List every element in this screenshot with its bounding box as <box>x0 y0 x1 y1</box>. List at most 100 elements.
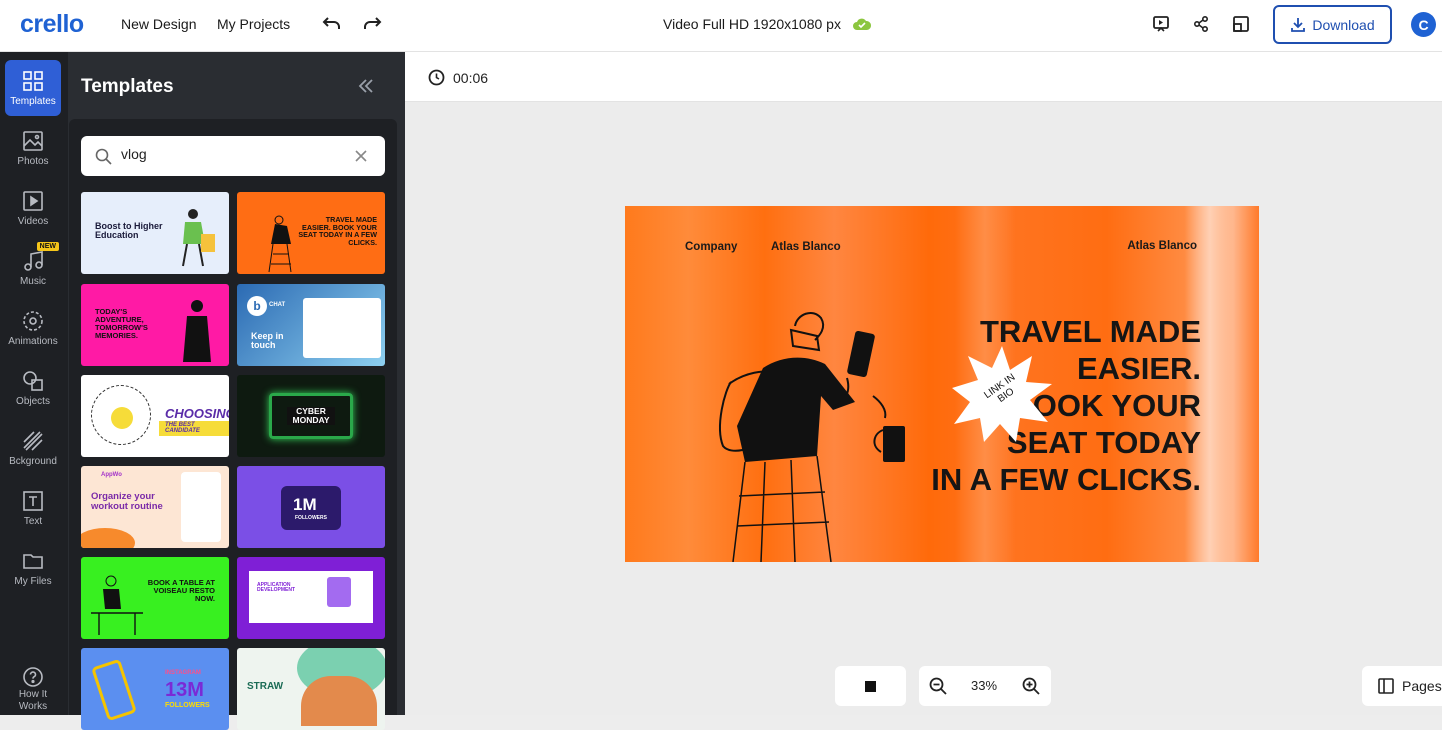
rail-label: Animations <box>8 335 58 347</box>
diner-illustration <box>91 575 143 635</box>
template-subtext: AppWo <box>101 472 122 478</box>
stop-button[interactable] <box>835 666 906 706</box>
rail-label: Objects <box>16 395 50 407</box>
rail-item-videos[interactable]: Videos <box>5 180 61 236</box>
collapse-panel-icon[interactable] <box>358 76 374 99</box>
templates-panel: Templates Boost to Higher Education TRAV… <box>68 52 405 730</box>
pages-button[interactable]: Pages <box>1362 666 1442 706</box>
rail-item-templates[interactable]: Templates <box>5 60 61 116</box>
objects-icon <box>23 370 43 391</box>
zoom-control: 33% <box>919 666 1051 706</box>
zoom-in-icon[interactable] <box>1022 677 1040 695</box>
photos-icon <box>23 130 43 151</box>
search-field[interactable] <box>81 136 385 176</box>
download-label: Download <box>1312 16 1375 33</box>
zoom-value[interactable]: 33% <box>971 678 997 693</box>
rail-label: My Files <box>14 575 52 587</box>
cloud-saved-icon <box>849 11 875 37</box>
resize-icon[interactable] <box>1228 11 1254 37</box>
rail-item-text[interactable]: Text <box>5 480 61 536</box>
rail-item-background[interactable]: Bckground <box>5 420 61 476</box>
traveler-illustration[interactable] <box>685 306 915 562</box>
brand-right-text[interactable]: Atlas Blanco <box>1127 240 1197 252</box>
clock-icon <box>428 69 445 86</box>
rail-label: Bckground <box>9 455 57 467</box>
share-icon[interactable] <box>1188 11 1214 37</box>
crello-logo[interactable]: crello <box>20 10 84 39</box>
template-thumb[interactable]: Boost to Higher Education <box>81 192 229 274</box>
group-illustration <box>301 676 377 726</box>
chat-logo: b <box>247 296 267 316</box>
template-thumb[interactable]: INSTAGRAM 13M FOLLOWERS <box>81 648 229 730</box>
top-bar: crello New Design My Projects Video Full… <box>0 0 1442 52</box>
preview-icon[interactable] <box>1148 11 1174 37</box>
music-icon <box>24 250 43 271</box>
pages-panel-icon <box>1378 678 1394 694</box>
user-avatar[interactable]: C <box>1411 12 1436 37</box>
rail-item-help[interactable]: How It Works <box>5 664 61 714</box>
my-projects-link[interactable]: My Projects <box>217 16 290 32</box>
screen-mockup <box>303 298 381 358</box>
template-toptext: INSTAGRAM <box>165 670 201 676</box>
candidate-face <box>111 407 133 429</box>
rail-item-music[interactable]: NEW Music <box>5 240 61 296</box>
rail-item-my-files[interactable]: My Files <box>5 540 61 596</box>
redo-icon[interactable] <box>359 11 385 37</box>
brand-left-text[interactable]: Atlas Blanco <box>771 241 841 253</box>
template-text: CYBER MONDAY <box>287 407 335 425</box>
folder-icon <box>23 553 43 569</box>
text-icon <box>23 490 43 511</box>
download-icon <box>1291 17 1306 32</box>
template-subtext: FOLLOWERS <box>295 515 327 521</box>
artboard[interactable]: Company Atlas Blanco Atlas Blanco TRAVEL… <box>625 206 1259 562</box>
template-text: TODAY'S ADVENTURE, TOMORROW'S MEMORIES. <box>95 307 148 340</box>
rail-item-objects[interactable]: Objects <box>5 360 61 416</box>
template-text: 1M <box>293 495 317 514</box>
template-thumb[interactable]: TODAY'S ADVENTURE, TOMORROW'S MEMORIES. <box>81 284 229 366</box>
rail-label: Text <box>23 515 43 527</box>
help-label-1: How It <box>18 689 48 700</box>
phone-illustration <box>91 658 137 722</box>
panel-title: Templates <box>81 76 174 97</box>
template-text: TRAVEL MADE EASIER. BOOK YOUR SEAT TODAY… <box>298 215 377 247</box>
template-text: 13M <box>165 679 204 701</box>
template-thumb[interactable]: BOOK A TABLE AT VOISEAU RESTO NOW. <box>81 557 229 639</box>
template-text: BOOK A TABLE AT VOISEAU RESTO NOW. <box>147 578 215 603</box>
template-text: APPLICATION DEVELOPMENT <box>257 582 296 594</box>
search-input[interactable] <box>121 146 341 162</box>
rail-label: Videos <box>17 215 49 227</box>
videos-icon <box>23 190 43 211</box>
document-title[interactable]: Video Full HD 1920x1080 px <box>663 16 841 32</box>
template-thumb[interactable]: 1M FOLLOWERS <box>237 466 385 548</box>
download-button[interactable]: Download <box>1273 5 1392 44</box>
template-thumb[interactable]: CYBER MONDAY <box>237 375 385 457</box>
rail-label: Photos <box>17 155 49 167</box>
template-text: Organize your workout routine <box>91 491 163 512</box>
stop-icon <box>865 680 876 692</box>
template-thumb[interactable]: AppWo Organize your workout routine <box>81 466 229 548</box>
template-subtext: FOLLOWERS <box>165 702 210 709</box>
template-thumb[interactable]: CHOOSING THE BEST CANDIDATE <box>81 375 229 457</box>
template-text: STRAW <box>247 681 284 692</box>
app-dev-card <box>249 571 373 623</box>
rail-item-photos[interactable]: Photos <box>5 120 61 176</box>
company-text[interactable]: Company <box>685 241 737 253</box>
zoom-out-icon[interactable] <box>929 677 947 695</box>
template-thumb[interactable]: TRAVEL MADE EASIER. BOOK YOUR SEAT TODAY… <box>237 192 385 274</box>
student-illustration <box>182 209 215 267</box>
template-thumb[interactable]: APPLICATION DEVELOPMENT <box>237 557 385 639</box>
template-text: CHOOSING <box>165 406 229 421</box>
clear-search-icon[interactable] <box>355 150 367 162</box>
template-thumb[interactable]: STRAW <box>237 648 385 730</box>
duration-label[interactable]: 00:06 <box>453 70 488 86</box>
workout-card <box>181 472 221 542</box>
undo-icon[interactable] <box>319 11 345 37</box>
new-design-link[interactable]: New Design <box>121 16 196 32</box>
templates-icon <box>23 70 43 91</box>
help-label-2: Works <box>18 701 48 712</box>
left-rail: Templates Photos Videos NEW Music Animat… <box>0 52 68 715</box>
timeline-bar: 00:06 <box>405 52 1442 102</box>
rail-item-animations[interactable]: Animations <box>5 300 61 356</box>
template-thumb[interactable]: b CHAT Keep in touch <box>237 284 385 366</box>
person-illustration <box>183 300 211 362</box>
